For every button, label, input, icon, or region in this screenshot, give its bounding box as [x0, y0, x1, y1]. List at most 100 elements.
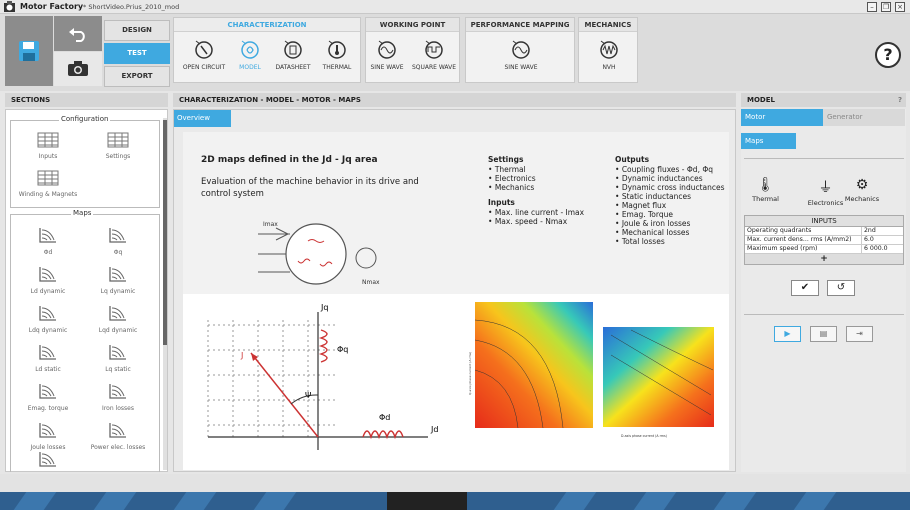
- test-mode-button[interactable]: TEST: [104, 43, 170, 64]
- nmax-label: Nmax: [362, 279, 380, 286]
- title-bar: Motor Factory * ShortVideo.Prius_2010_mo…: [0, 0, 910, 14]
- tab-motor[interactable]: Motor: [741, 109, 823, 126]
- undo-button[interactable]: [54, 16, 102, 51]
- phid-label: Φd: [379, 413, 390, 422]
- flux-map-heatmap: Q-axis phase current (A rms): [468, 302, 593, 429]
- wp-square-wave-label: SQUARE WAVE: [411, 64, 457, 71]
- scrollbar-thumb[interactable]: [163, 120, 167, 345]
- heatmap-y-axis-label: Q-axis phase current (A rms): [468, 352, 472, 395]
- model-panel: Motor Generator Maps 🌡︎ Thermal ⏚ Electr…: [741, 109, 906, 472]
- max-current-density-value[interactable]: 6.0: [861, 236, 905, 244]
- screenshot-button[interactable]: [54, 52, 102, 86]
- section-map-item[interactable]: Φd: [18, 226, 78, 256]
- operating-quadrants-value[interactable]: 2nd: [861, 227, 905, 235]
- outputs-list: • Coupling fluxes - Φd, Φq • Dynamic ind…: [615, 165, 725, 246]
- breadcrumb: CHARACTERIZATION - MODEL - MOTOR - MAPS: [173, 93, 736, 107]
- mechanics-title: MECHANICS: [579, 18, 637, 32]
- outputs-item: • Dynamic inductances: [615, 174, 703, 183]
- desktop-stripe: [553, 492, 597, 510]
- section-inputs-label: Inputs: [38, 153, 58, 160]
- settings-item: • Mechanics: [488, 183, 535, 192]
- section-settings-label: Settings: [105, 153, 131, 160]
- validate-button[interactable]: ✔: [791, 280, 819, 296]
- sections-scrollbar[interactable]: [163, 118, 167, 470]
- section-map-item[interactable]: Ld dynamic: [18, 265, 78, 295]
- gears-icon: ⚙: [855, 177, 869, 193]
- wp-square-wave-tool[interactable]: SQUARE WAVE: [406, 38, 462, 71]
- model-help-icon[interactable]: ?: [898, 93, 902, 107]
- tab-maps[interactable]: Maps: [741, 133, 796, 149]
- table-row: Max. current dens... rms (A/mm2) 6.0: [745, 236, 903, 245]
- outputs-item: • Coupling fluxes - Φd, Φq: [615, 165, 713, 174]
- status-bar: [0, 474, 910, 492]
- mechanics-group: MECHANICS NVH: [578, 17, 638, 83]
- jd-label: Jd: [430, 425, 438, 434]
- tab-generator[interactable]: Generator: [823, 109, 905, 126]
- max-speed-value[interactable]: 6 000.0: [861, 245, 905, 253]
- inputs-item: • Max. speed - Nmax: [488, 217, 568, 226]
- design-mode-button[interactable]: DESIGN: [104, 20, 170, 41]
- section-map-item[interactable]: Iron losses: [88, 382, 148, 412]
- thermal-settings-label: Thermal: [752, 195, 779, 203]
- export-mode-button[interactable]: EXPORT: [104, 66, 170, 87]
- mechanics-settings-button[interactable]: ⚙ Mechanics: [839, 177, 885, 203]
- characterization-group: CHARACTERIZATION OPEN CIRCUIT MODEL DATA…: [173, 17, 361, 83]
- section-map-item[interactable]: Ld static: [18, 343, 78, 373]
- section-map-label: Ld dynamic: [30, 288, 66, 295]
- phiq-label: Φq: [337, 345, 348, 354]
- section-more-map[interactable]: [18, 450, 78, 473]
- pm-sine-wave-tool[interactable]: SINE WAVE: [493, 38, 549, 71]
- torque-map-heatmap: D-axis phase current (A rms): [603, 327, 714, 438]
- nvh-icon: [600, 40, 618, 59]
- section-map-item[interactable]: Φq: [88, 226, 148, 256]
- thermal-tool[interactable]: THERMAL: [309, 38, 365, 71]
- section-map-item[interactable]: Lq static: [88, 343, 148, 373]
- tab-overview[interactable]: Overview: [174, 110, 231, 127]
- camera-icon: [68, 61, 88, 76]
- outputs-title: Outputs: [615, 155, 650, 164]
- save-button[interactable]: [5, 16, 53, 86]
- run-button[interactable]: ▶: [774, 326, 801, 342]
- play-icon: ▶: [784, 329, 791, 338]
- export-results-button[interactable]: ⇥: [846, 326, 873, 342]
- nvh-label: NVH: [602, 64, 616, 71]
- model-label: MODEL: [239, 64, 261, 71]
- close-icon[interactable]: ×: [895, 2, 905, 12]
- minimize-icon[interactable]: –: [867, 2, 877, 12]
- performance-mapping-group: PERFORMANCE MAPPING SINE WAVE: [465, 17, 575, 83]
- section-map-item[interactable]: Power elec. losses: [88, 421, 148, 451]
- overview-slide: 2D maps defined in the Jd - Jq area Eval…: [183, 132, 729, 470]
- desktop-stripe: [713, 492, 757, 510]
- map-icon: [109, 267, 126, 282]
- thermal-settings-button[interactable]: 🌡︎ Thermal: [743, 177, 788, 203]
- results-button[interactable]: ▤: [810, 326, 837, 342]
- section-map-item[interactable]: Lq dynamic: [88, 265, 148, 295]
- section-map-item[interactable]: Lqd dynamic: [88, 304, 148, 334]
- psi-label: Ψ: [305, 391, 311, 400]
- section-winding-magnets[interactable]: Winding & Magnets: [18, 170, 78, 198]
- reset-button[interactable]: ↺: [827, 280, 855, 296]
- map-icon: [39, 228, 56, 243]
- undo-icon: [69, 28, 85, 42]
- ribbon-toolbar: DESIGN TEST EXPORT CHARACTERIZATION OPEN…: [0, 14, 910, 91]
- app-name: Motor Factory: [20, 2, 84, 11]
- section-inputs[interactable]: Inputs: [18, 132, 78, 160]
- datasheet-icon: [284, 40, 302, 59]
- outputs-item: • Emag. Torque: [615, 210, 673, 219]
- section-map-item[interactable]: Emag. torque: [18, 382, 78, 412]
- map-icon: [39, 306, 56, 321]
- nvh-tool[interactable]: NVH: [581, 38, 637, 71]
- section-map-item[interactable]: Joule losses: [18, 421, 78, 451]
- restore-icon[interactable]: ❐: [881, 2, 891, 12]
- section-map-label: Power elec. losses: [90, 444, 146, 451]
- help-button[interactable]: ?: [875, 42, 901, 68]
- section-map-item[interactable]: Ldq dynamic: [18, 304, 78, 334]
- reset-icon: ↺: [836, 282, 846, 293]
- add-row-button[interactable]: +: [745, 254, 903, 264]
- section-settings[interactable]: Settings: [88, 132, 148, 160]
- desktop-stripe: [173, 492, 217, 510]
- desktop-background: [0, 492, 910, 510]
- mechanics-settings-label: Mechanics: [844, 195, 880, 203]
- desktop-stripe: [93, 492, 137, 510]
- table-row: Operating quadrants 2nd: [745, 227, 903, 236]
